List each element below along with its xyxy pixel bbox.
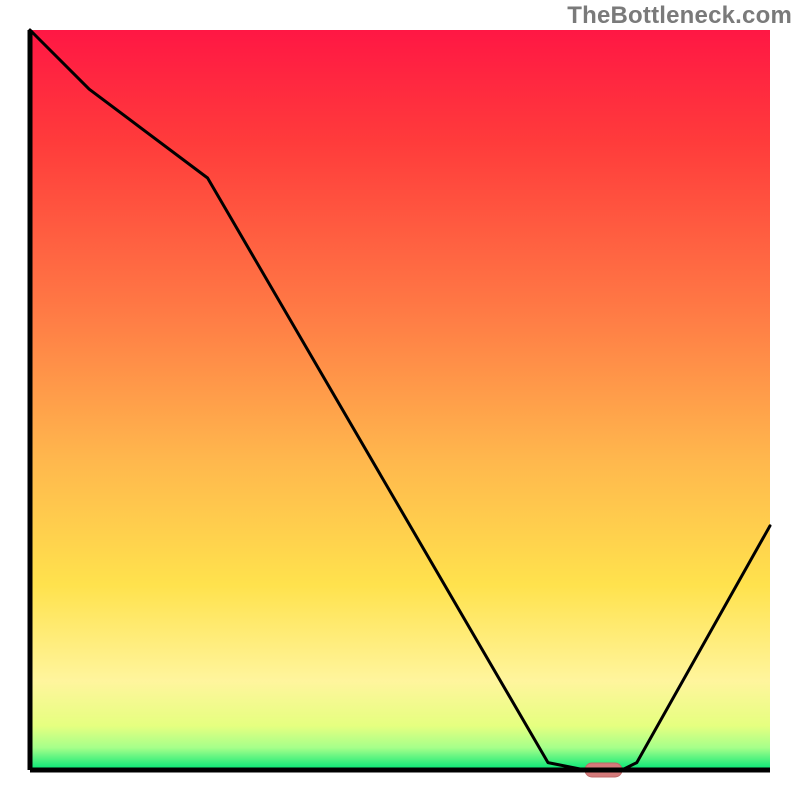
bottleneck-chart [0, 0, 800, 800]
watermark-text: TheBottleneck.com [567, 2, 792, 30]
chart-container: TheBottleneck.com [0, 0, 800, 800]
plot-background [30, 30, 770, 770]
